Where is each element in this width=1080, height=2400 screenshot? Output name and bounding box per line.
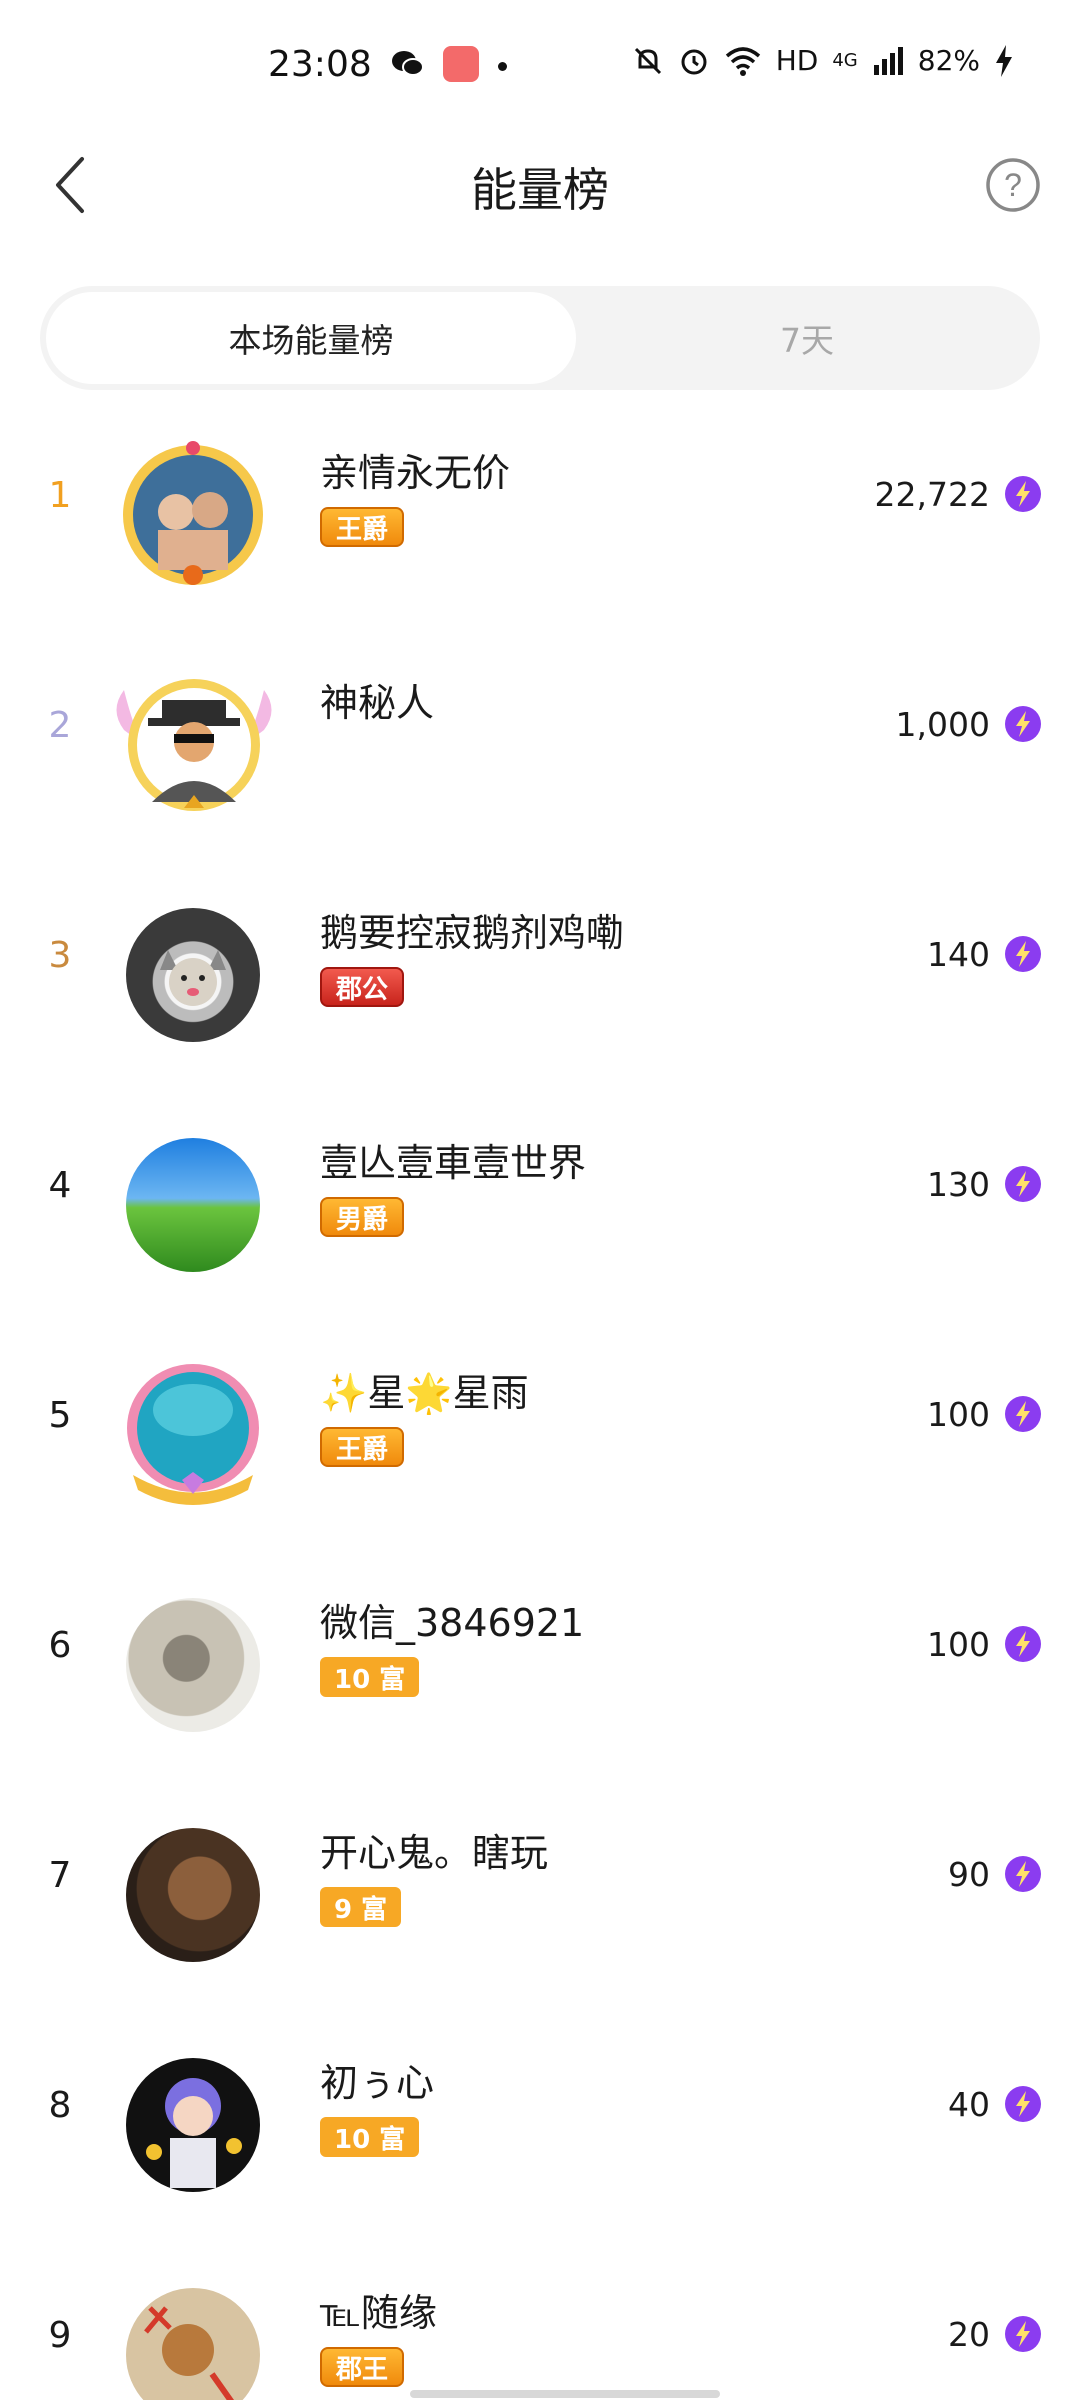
user-name: 神秘人 [320, 681, 435, 725]
ranking-row[interactable]: 2 神秘人 1,000 [0, 650, 1080, 880]
rank-badge: 王爵 [320, 507, 405, 547]
page-title: 能量榜 [471, 163, 609, 217]
avatar[interactable] [104, 670, 284, 820]
energy-score: 20 [948, 2315, 990, 2354]
portrait-image [126, 1828, 260, 1962]
landscape-image [126, 1138, 260, 1272]
rank-number: 2 [48, 705, 72, 746]
user-name: 壹亾壹車壹世界 [320, 1141, 587, 1185]
user-name: ✨星🌟星雨 [320, 1371, 529, 1415]
battery-label: 82% [917, 44, 980, 77]
user-name: ℡随缘 [320, 2291, 437, 2335]
signal-icon [873, 46, 903, 75]
energy-bolt-icon [1005, 1626, 1041, 1662]
svg-text:?: ? [1004, 167, 1022, 203]
ranking-row[interactable]: 9 ℡随缘 郡王 20 [0, 2260, 1080, 2400]
rank-number: 6 [48, 1625, 72, 1666]
rank-number: 7 [48, 1855, 72, 1896]
avatar[interactable] [118, 1360, 268, 1510]
anime-character-icon [146, 2078, 242, 2188]
mute-bell-icon [634, 47, 661, 74]
energy-bolt-icon [1005, 2316, 1041, 2352]
ranking-row[interactable]: 8 初ぅ心 10 富 40 [0, 2030, 1080, 2260]
rank-badge: 郡公 [320, 967, 405, 1007]
ranking-row[interactable]: 5 ✨星🌟星雨 王爵 100 [0, 1340, 1080, 1570]
energy-bolt-icon [1005, 706, 1041, 742]
rank-badge: 郡王 [320, 2347, 405, 2387]
rank-number: 1 [48, 475, 72, 516]
ranking-row[interactable]: 4 壹亾壹車壹世界 男爵 130 [0, 1110, 1080, 1340]
energy-bolt-icon [1005, 2086, 1041, 2122]
energy-score: 40 [948, 2085, 990, 2124]
energy-score: 90 [948, 1855, 990, 1894]
knot-charm-icon [144, 2306, 235, 2400]
hd-label: HD [775, 44, 819, 77]
rank-number: 3 [48, 935, 72, 976]
charging-icon [996, 44, 1012, 77]
energy-bolt-icon [1005, 1856, 1041, 1892]
ranking-row[interactable]: 6 微信_3846921 10 富 100 [0, 1570, 1080, 1800]
rank-number: 4 [48, 1165, 72, 1206]
user-name: 开心鬼。瞎玩 [320, 1831, 549, 1875]
energy-bolt-icon [1005, 1396, 1041, 1432]
rank-badge: 男爵 [320, 1197, 405, 1237]
alarm-icon [681, 49, 707, 74]
ranking-tabs: 本场能量榜 7天 [40, 286, 1040, 390]
user-name: 鹅要控寂鹅剂鸡嘞 [320, 911, 625, 955]
wifi-icon [725, 46, 760, 76]
cat-icon [160, 950, 226, 1006]
energy-bolt-icon [1005, 1166, 1041, 1202]
rank-number: 9 [48, 2315, 72, 2356]
avatar[interactable] [118, 2050, 268, 2200]
energy-ranking-page: 23:08 HD 4G 82% 能量榜 ? 本场能量榜 7天 1 亲情永无价 王… [0, 0, 1080, 2400]
avatar[interactable] [118, 1590, 268, 1740]
energy-bolt-icon [1005, 936, 1041, 972]
energy-score: 140 [927, 935, 990, 974]
tab-current-session[interactable]: 本场能量榜 [46, 292, 576, 384]
avatar[interactable] [118, 440, 268, 590]
network-label: 4G [832, 50, 858, 71]
wealth-badge: 10 富 [320, 2117, 420, 2157]
energy-score: 1,000 [895, 705, 990, 744]
energy-bolt-icon [1005, 476, 1041, 512]
wealth-badge: 10 富 [320, 1657, 420, 1697]
home-indicator[interactable] [410, 2390, 720, 2398]
user-name: 微信_3846921 [320, 1601, 585, 1645]
ocean-frame-icon [127, 1364, 259, 1505]
app-notification-icon [443, 46, 479, 82]
avatar[interactable] [118, 2280, 268, 2400]
avatar[interactable] [118, 900, 268, 1050]
sketch-image [126, 1598, 260, 1732]
user-name: 初ぅ心 [320, 2061, 435, 2105]
wechat-icon [392, 51, 424, 76]
user-name: 亲情永无价 [320, 451, 511, 495]
ranking-list: 1 亲情永无价 王爵 22,722 2 神秘人 1,000 3 鹅要控寂鹅剂鸡嘞… [0, 420, 1080, 2400]
status-time: 23:08 [268, 44, 372, 85]
gold-frame-icon [123, 441, 263, 585]
ranking-row[interactable]: 1 亲情永无价 王爵 22,722 [0, 420, 1080, 650]
energy-score: 100 [927, 1395, 990, 1434]
energy-score: 100 [927, 1625, 990, 1664]
tab-7-days[interactable]: 7天 [580, 292, 1034, 384]
rank-number: 5 [48, 1395, 72, 1436]
help-icon[interactable]: ? [984, 156, 1042, 214]
avatar[interactable] [118, 1130, 268, 1280]
energy-score: 22,722 [874, 475, 990, 514]
header: 能量榜 ? [0, 130, 1080, 240]
rank-number: 8 [48, 2085, 72, 2126]
status-bar: 23:08 HD 4G 82% [0, 0, 1080, 120]
energy-score: 130 [927, 1165, 990, 1204]
status-indicators: HD 4G 82% [632, 44, 1014, 77]
mystery-person-icon [116, 679, 272, 811]
wealth-badge: 9 富 [320, 1887, 402, 1927]
ranking-row[interactable]: 3 鹅要控寂鹅剂鸡嘞 郡公 140 [0, 880, 1080, 1110]
avatar[interactable] [118, 1820, 268, 1970]
more-notifications-dot [498, 62, 507, 71]
rank-badge: 王爵 [320, 1427, 405, 1467]
ranking-row[interactable]: 7 开心鬼。瞎玩 9 富 90 [0, 1800, 1080, 2030]
